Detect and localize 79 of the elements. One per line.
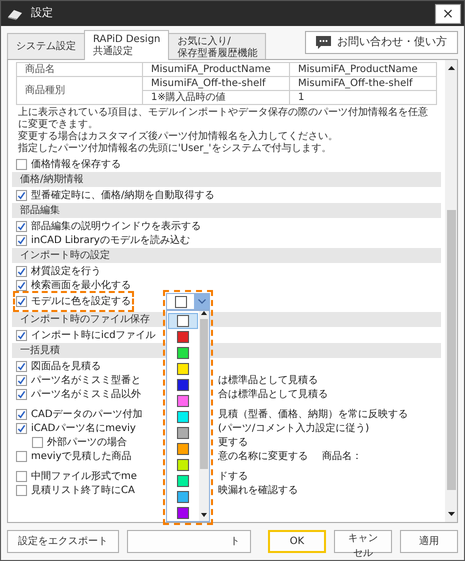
checkbox-label: 合は標準品として見積る xyxy=(218,388,328,402)
checkbox-label: 更する xyxy=(218,436,248,450)
chevron-down-icon xyxy=(198,299,206,304)
table-cell: MisumiFA_ProductName xyxy=(142,62,290,76)
checkbox[interactable] xyxy=(16,234,27,246)
section-heading: 価格/納期情報 xyxy=(12,172,441,187)
field-label: 商品名： xyxy=(322,450,362,464)
table-cell: 1※購入品時の値 xyxy=(142,90,290,104)
check-icon xyxy=(17,190,26,200)
checkbox[interactable] xyxy=(16,220,27,232)
checkbox-label: inCAD Libraryのモデルを読み込む xyxy=(31,234,190,248)
checkbox-label: 見積（型番、価格、納期）を常に反映する xyxy=(218,408,408,422)
checkbox-label: 図面品を見積る xyxy=(31,360,101,374)
checkbox-label: 型番確定時に、価格/納期を自動取得する xyxy=(31,188,214,202)
checkbox-label: パーツ名がミスミ型番と xyxy=(31,374,141,388)
checkbox-label: ドする xyxy=(218,470,248,484)
checkbox[interactable] xyxy=(16,422,27,434)
chat-icon xyxy=(316,36,331,49)
checkbox-label: 見積リスト終了時にCA xyxy=(31,484,135,498)
tab[interactable]: RAPiD Design 共通設定 xyxy=(84,30,170,60)
checkbox[interactable] xyxy=(16,484,27,496)
checkbox-label: 検索画面を最小化する xyxy=(31,278,131,292)
color-option[interactable] xyxy=(168,313,198,329)
table-cell: 商品種別 xyxy=(16,76,142,104)
checkbox-label: 価格情報を保存する xyxy=(31,158,121,172)
checkbox-label: モデルに色を設定する xyxy=(31,294,131,309)
window-title: 設定 xyxy=(31,5,53,22)
scrollbar-thumb[interactable] xyxy=(446,210,456,490)
checkbox-label: 材質設定を行う xyxy=(31,264,101,278)
checkbox[interactable] xyxy=(16,190,27,200)
checkbox-label: 中間ファイル形式でme xyxy=(31,470,137,484)
checkbox[interactable] xyxy=(16,330,27,340)
logo-icon xyxy=(7,8,23,20)
checkbox[interactable] xyxy=(16,374,27,386)
checkbox-label: CADデータのパーツ付加 xyxy=(31,408,143,422)
color-combobox[interactable] xyxy=(166,293,210,310)
checkbox[interactable] xyxy=(16,296,27,307)
table-cell: MisumiFA_Off-the-shelf xyxy=(290,76,436,90)
checkbox[interactable] xyxy=(16,280,27,290)
checkbox-label: 部品編集の説明ウインドウを表示する xyxy=(31,220,201,234)
help-button[interactable]: お問い合わせ・使い方 xyxy=(305,31,458,54)
scroll-down-icon[interactable] xyxy=(448,512,454,516)
tab[interactable]: システム設定 xyxy=(7,33,85,59)
table-cell: 商品名 xyxy=(16,62,142,76)
checkbox-label: パーツ名がミスミ品以外 xyxy=(31,388,141,402)
checkbox[interactable] xyxy=(16,408,27,420)
scroll-up-icon[interactable] xyxy=(448,66,454,70)
description-text: 指定したパーツ付加情報名の先頭に'User_'をシステムで付与します。 xyxy=(18,143,332,155)
checkbox-label: meviyで見積した商品 xyxy=(31,450,132,464)
description-text: 上に表示されている項目は、モデルインポートやデータ保存の際のパーツ付加情報名を任意に変更できます。 xyxy=(18,107,429,130)
checkbox-label: iCADパーツ名にmeviy xyxy=(31,422,136,436)
ok-button[interactable]: OK xyxy=(268,530,326,553)
checkbox[interactable] xyxy=(32,436,43,448)
checkbox-label: 映漏れを確認する xyxy=(218,484,298,498)
close-button[interactable]: × xyxy=(435,4,461,24)
scrollbar-thumb[interactable] xyxy=(200,319,208,469)
checkbox[interactable] xyxy=(16,470,27,482)
section-heading: 部品編集 xyxy=(12,203,441,218)
checkbox[interactable] xyxy=(16,158,27,170)
checkbox-label: インポート時にicdファイル xyxy=(31,328,156,342)
footer-button[interactable]: ト xyxy=(127,530,251,553)
checkbox[interactable] xyxy=(16,388,27,400)
checkbox-label: は標準品として見積る xyxy=(218,374,318,388)
footer-button[interactable]: 設定をエクスポート xyxy=(7,530,119,553)
checkbox-label: (パーツ/コメント入力設定に従う) xyxy=(218,422,370,436)
tab[interactable]: お気に入り/ 保存型番履歴機能 xyxy=(168,33,266,59)
checkbox-label: 外部パーツの場合 xyxy=(47,436,127,450)
table-cell: MisumiFA_Off-the-shelf xyxy=(142,76,290,90)
table-cell: MisumiFA_ProductName xyxy=(290,62,436,76)
checkbox[interactable] xyxy=(16,266,27,276)
section-heading: インポート時の設定 xyxy=(12,248,441,263)
scroll-down-icon[interactable] xyxy=(201,513,207,517)
table-cell: 1 xyxy=(290,90,436,104)
check-icon xyxy=(17,330,26,340)
footer-button[interactable]: 適用 xyxy=(400,530,458,553)
checkbox[interactable] xyxy=(16,450,27,462)
checkbox[interactable] xyxy=(16,360,27,372)
checkbox-label: 意の名称に変更する xyxy=(218,450,308,464)
description-text: 変更する場合はカスタマイズ後パーツ付加情報名を入力してください。 xyxy=(18,131,339,142)
